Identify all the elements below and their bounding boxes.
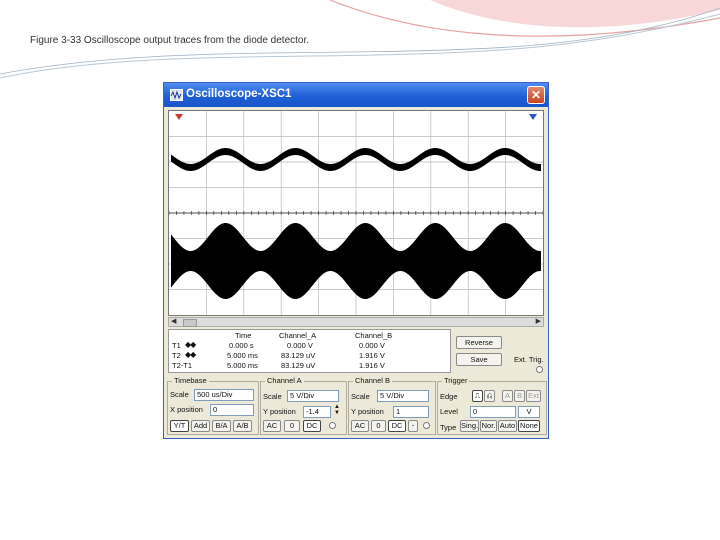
trigger-single-button[interactable]: Sing. [460, 420, 479, 432]
readout-row-label: T2-T1 [172, 361, 193, 370]
scroll-right-icon[interactable]: ▶ [536, 317, 541, 325]
trigger-level-field[interactable]: 0 [470, 406, 516, 418]
cursor-readout-table: Time Channel_A Channel_B T1 ◆◆ 0.000 s 0… [168, 329, 451, 373]
trigger-title: Trigger [442, 376, 470, 385]
am-input-trace [171, 223, 541, 299]
channel-a-connector[interactable] [329, 422, 336, 429]
figure-caption: Figure 3-33 Oscilloscope output traces f… [30, 35, 310, 46]
oscilloscope-window: Oscilloscope-XSC1 ✕ ◀ ▶ Time Channel_A C… [163, 82, 549, 439]
channel-b-dc-button[interactable]: DC [388, 420, 406, 432]
channel-a-ypos-label: Y position [263, 407, 296, 416]
channel-a-ypos-field[interactable]: -1.4 [303, 406, 331, 418]
mode-ab-button[interactable]: A/B [233, 420, 252, 432]
readout-t2-time: 5.000 ms [227, 351, 258, 360]
readout-t2-channel-b: 1.916 V [359, 351, 385, 360]
channel-a-dc-button[interactable]: DC [303, 420, 321, 432]
readout-row-label: T2 [172, 351, 181, 360]
readout-header-channel-b: Channel_B [355, 331, 393, 340]
ext-trig-connector[interactable] [536, 366, 543, 373]
edge-rising-icon[interactable]: ⎍ [472, 390, 483, 402]
channel-a-ac-button[interactable]: AC [263, 420, 281, 432]
channel-b-ypos-field[interactable]: 1 [393, 406, 429, 418]
readout-header-time: Time [235, 331, 252, 340]
channel-b-ac-button[interactable]: AC [351, 420, 369, 432]
timebase-scale-label: Scale [170, 390, 189, 399]
readout-t1-channel-a: 0.000 V [287, 341, 313, 350]
trigger-source-b-button[interactable]: B [514, 390, 525, 402]
title-bar[interactable]: Oscilloscope-XSC1 ✕ [164, 83, 548, 107]
close-button[interactable]: ✕ [527, 86, 545, 104]
trigger-source-ext-button[interactable]: Ext [526, 390, 541, 402]
timebase-xpos-field[interactable]: 0 [210, 404, 254, 416]
trigger-level-unit-select[interactable]: V [518, 406, 540, 418]
trigger-edge-label: Edge [440, 392, 458, 401]
channel-b-connector[interactable] [423, 422, 430, 429]
readout-diff-time: 5.000 ms [227, 361, 258, 370]
trigger-normal-button[interactable]: Nor. [480, 420, 497, 432]
channel-b-group: Channel B Scale 5 V/Div Y position 1 AC … [348, 376, 436, 435]
cursor-t2-arrows-icon[interactable]: ◆◆ [185, 350, 196, 359]
timebase-xpos-label: X position [170, 405, 203, 414]
channel-b-title: Channel B [353, 376, 393, 385]
timebase-group: Timebase Scale 500 us/Div X position 0 Y… [167, 376, 259, 435]
scroll-left-icon[interactable]: ◀ [171, 317, 176, 325]
channel-b-invert-button[interactable]: - [408, 420, 418, 432]
trigger-source-a-button[interactable]: A [502, 390, 513, 402]
readout-t1-time: 0.000 s [229, 341, 254, 350]
window-title: Oscilloscope-XSC1 [186, 88, 292, 100]
scope-display [168, 110, 544, 316]
mode-ba-button[interactable]: B/A [212, 420, 231, 432]
reverse-button[interactable]: Reverse [456, 336, 502, 349]
oscilloscope-icon [170, 89, 183, 101]
edge-falling-icon[interactable]: ⎌ [484, 390, 495, 402]
trigger-group: Trigger Edge ⎍ ⎌ A B Ext Level 0 V Type … [437, 376, 547, 435]
cursor-t1-marker[interactable] [175, 114, 183, 120]
trigger-level-label: Level [440, 407, 458, 416]
save-button[interactable]: Save [456, 353, 502, 366]
ext-trig-label: Ext. Trig. [514, 355, 544, 364]
readout-diff-channel-b: 1.916 V [359, 361, 385, 370]
channel-b-zero-button[interactable]: 0 [371, 420, 386, 432]
cursor-t1-arrows-icon[interactable]: ◆◆ [185, 340, 196, 349]
scope-traces-svg [169, 111, 543, 315]
channel-a-zero-button[interactable]: 0 [284, 420, 300, 432]
readout-t1-channel-b: 0.000 V [359, 341, 385, 350]
trigger-auto-button[interactable]: Auto [498, 420, 517, 432]
channel-a-scale-field[interactable]: 5 V/Div [287, 390, 339, 402]
readout-header-channel-a: Channel_A [279, 331, 317, 340]
channel-b-scale-label: Scale [351, 392, 370, 401]
mode-yt-button[interactable]: Y/T [170, 420, 189, 432]
readout-diff-channel-a: 83.129 uV [281, 361, 316, 370]
cursor-t2-marker[interactable] [529, 114, 537, 120]
channel-a-title: Channel A [265, 376, 304, 385]
trigger-type-label: Type [440, 423, 457, 432]
timebase-title: Timebase [172, 376, 209, 385]
channel-a-scale-label: Scale [263, 392, 282, 401]
readout-row-label: T1 [172, 341, 181, 350]
channel-b-ypos-label: Y position [351, 407, 384, 416]
mode-add-button[interactable]: Add [191, 420, 210, 432]
channel-a-group: Channel A Scale 5 V/Div Y position -1.4 … [260, 376, 347, 435]
trigger-none-button[interactable]: None [518, 420, 540, 432]
timebase-scale-field[interactable]: 500 us/Div [194, 389, 254, 401]
channel-b-scale-field[interactable]: 5 V/Div [377, 390, 429, 402]
scrollbar-thumb[interactable] [183, 319, 197, 327]
channel-a-ypos-spinner-icon[interactable]: ▲ ▼ [334, 404, 340, 416]
display-scrollbar[interactable]: ◀ ▶ [168, 317, 544, 327]
readout-t2-channel-a: 83.129 uV [281, 351, 316, 360]
